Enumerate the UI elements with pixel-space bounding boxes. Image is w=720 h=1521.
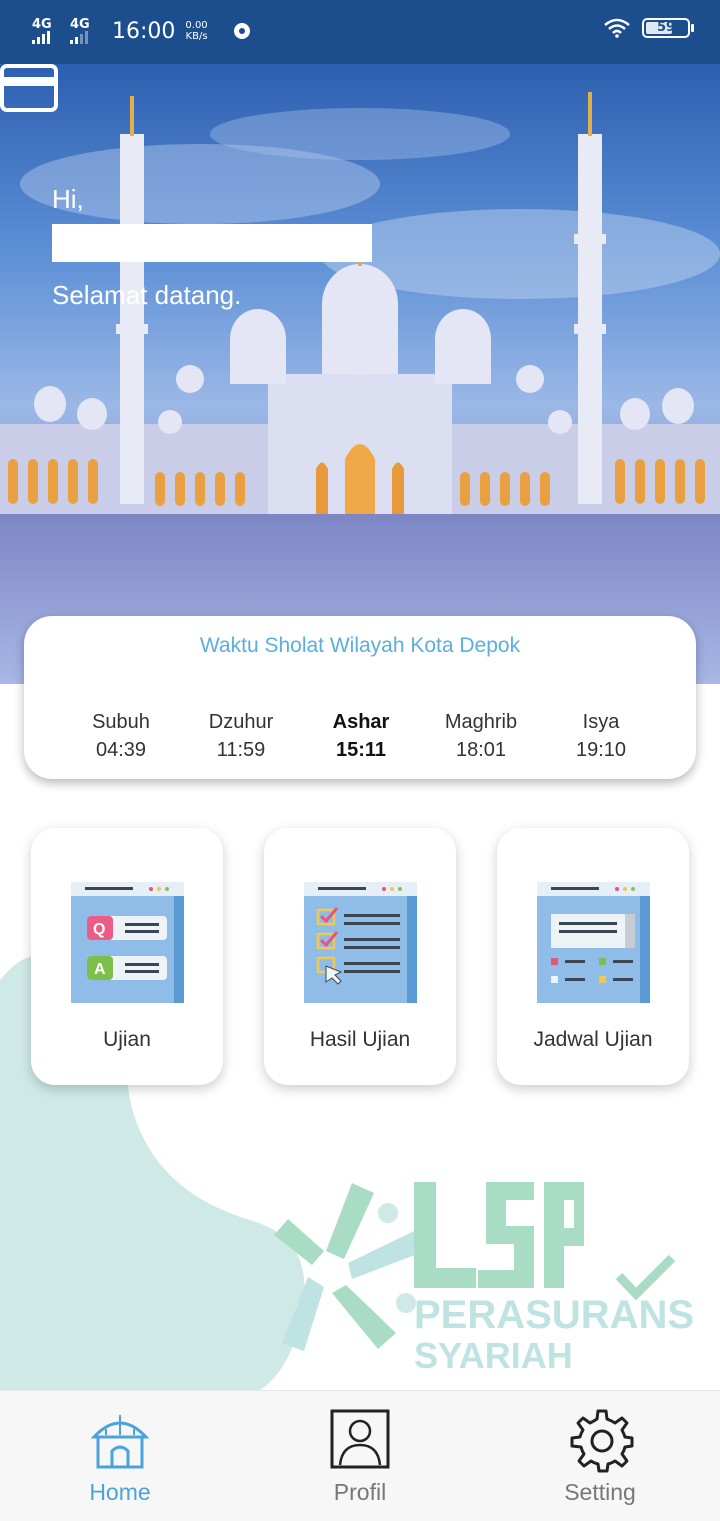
battery-level: 59 (656, 20, 676, 35)
mosque-illustration (0, 92, 720, 684)
menu-label-hasil-ujian: Hasil Ujian (309, 1028, 411, 1051)
prayer-slot-maghrib: Maghrib 18:01 (444, 711, 518, 761)
menu-card-jadwal-ujian[interactable]: Jadwal Ujian (497, 828, 689, 1085)
logo-line1: PERASURANSIAN (414, 1293, 694, 1337)
network-type-2: 4G (70, 17, 90, 32)
svg-text:A: A (94, 961, 106, 978)
prayer-slot-subuh: Subuh 04:39 (92, 711, 150, 761)
hero-banner: Hi, Selamat datang. (0, 64, 720, 684)
svg-text:Q: Q (93, 921, 105, 938)
home-icon (90, 1415, 150, 1469)
nav-profil-label: Profil (333, 1479, 387, 1505)
greeting-text: Hi, (52, 184, 84, 214)
battery-icon: 59 (642, 18, 694, 38)
nav-profil[interactable]: Profil (240, 1391, 480, 1521)
card-icon[interactable] (0, 64, 58, 112)
chrome-icon (233, 23, 250, 39)
signal-icon: 4G (32, 18, 62, 44)
prayer-slot-ashar: Ashar 15:11 (332, 711, 390, 761)
schedule-document-icon (537, 882, 650, 1003)
signal-icon: 4G (70, 18, 100, 44)
lsp-logo: PERASURANSIAN SYARIAH (274, 1182, 694, 1376)
welcome-text: Selamat datang. (52, 280, 242, 310)
clock: 16:00 (112, 18, 176, 44)
menu-card-hasil-ujian[interactable]: Hasil Ujian (264, 828, 456, 1085)
nav-home[interactable]: Home (0, 1391, 240, 1521)
menu-label-jadwal-ujian: Jadwal Ujian (533, 1028, 653, 1051)
bottom-navigation: Home Profil Setting (0, 1390, 720, 1521)
status-bar: 4G 4G 16:00 0.00 KB/s 59 (0, 0, 720, 64)
menu-card-ujian[interactable]: Q A Ujian (31, 828, 223, 1085)
prayer-title: Waktu Sholat Wilayah Kota Depok (199, 634, 521, 657)
user-name-redacted (52, 224, 372, 262)
nav-home-label: Home (89, 1479, 151, 1505)
profile-icon (330, 1409, 390, 1469)
gear-icon (570, 1409, 634, 1473)
qa-document-icon: Q A (71, 882, 184, 1003)
checklist-document-icon (304, 882, 417, 1003)
prayer-times-list: Subuh 04:39 Dzuhur 11:59 Ashar 15:11 Mag… (66, 708, 656, 764)
network-speed: 0.00 KB/s (185, 20, 208, 42)
nav-setting-label: Setting (564, 1479, 636, 1505)
prayer-slot-isya: Isya 19:10 (575, 711, 627, 761)
prayer-slot-dzuhur: Dzuhur 11:59 (208, 711, 274, 761)
prayer-times-card: Waktu Sholat Wilayah Kota Depok Subuh 04… (24, 616, 696, 779)
wifi-icon (604, 18, 630, 38)
logo-line2: SYARIAH (414, 1335, 573, 1376)
nav-setting[interactable]: Setting (480, 1391, 720, 1521)
network-type-1: 4G (32, 17, 52, 32)
menu-label-ujian: Ujian (103, 1028, 151, 1051)
